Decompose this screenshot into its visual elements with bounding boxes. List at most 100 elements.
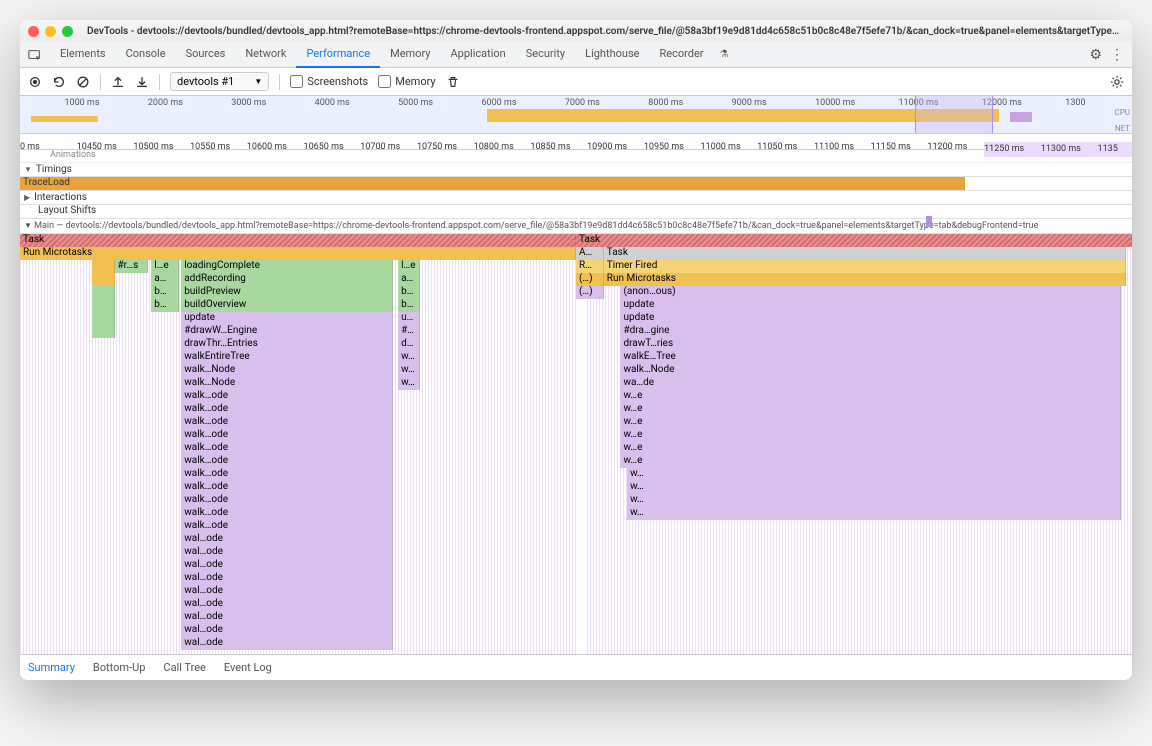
flame-bar[interactable]: walk…Node [181,364,392,377]
flame-bar[interactable]: w… [627,468,1121,481]
flame-bar[interactable]: walkEntireTree [181,351,392,364]
screenshots-checkbox[interactable]: Screenshots [290,75,368,88]
interactions-track[interactable]: ▶Interactions [20,191,1132,205]
flame-bar[interactable]: Run Microtasks [604,273,1127,286]
tab-recorder[interactable]: Recorder [649,42,713,68]
flame-bar[interactable]: walk…ode [181,390,392,403]
flame-bar[interactable]: wal…ode [181,572,392,585]
flame-bar[interactable]: wal…ode [181,637,392,650]
flame-bar[interactable]: l…e [151,260,179,273]
tab-application[interactable]: Application [440,42,515,68]
flame-bar[interactable]: wa…de [620,377,1120,390]
flame-bar[interactable]: w… [398,377,420,390]
flame-bar[interactable]: wal…ode [181,546,392,559]
flame-bar[interactable]: b… [398,286,420,299]
inspect-icon[interactable] [28,48,42,62]
flame-bar[interactable]: (anon…ous) [620,286,1120,299]
bottom-tab-call-tree[interactable]: Call Tree [163,661,205,674]
detail-ruler[interactable]: 0 ms10450 ms10500 ms10550 ms10600 ms1065… [20,134,1132,150]
flame-bar[interactable]: walk…ode [181,494,392,507]
flame-bar[interactable]: update [620,312,1120,325]
flame-bar[interactable] [92,286,114,299]
flame-bar[interactable]: (…) [576,286,604,299]
flame-bar[interactable]: #drawW…Engine [181,325,392,338]
upload-button[interactable] [111,75,125,89]
flame-bar[interactable]: w…e [620,442,1120,455]
flame-bar[interactable]: buildPreview [181,286,392,299]
settings-icon[interactable]: ⚙ [1089,47,1102,63]
flame-bar[interactable]: a… [151,273,179,286]
run-microtasks[interactable]: Run Microtasks [20,247,576,260]
flame-bar[interactable]: walk…ode [181,416,392,429]
flame-bar[interactable]: walk…Node [620,364,1120,377]
flame-bar[interactable]: A… [576,247,604,260]
more-icon[interactable]: ⋮ [1110,47,1124,63]
download-button[interactable] [135,75,149,89]
flame-bar[interactable]: b… [398,299,420,312]
flame-bar[interactable]: #dra…gine [620,325,1120,338]
flame-bar[interactable]: w…e [620,429,1120,442]
close-button[interactable] [28,26,39,37]
flame-bar[interactable]: loadingComplete [181,260,392,273]
flame-bar[interactable]: w…e [620,403,1120,416]
layout-shifts-track[interactable]: Layout Shifts [20,205,1132,219]
flame-bar[interactable]: wal…ode [181,611,392,624]
flame-bar[interactable]: a… [398,273,420,286]
flame-bar[interactable]: wal…ode [181,598,392,611]
flame-bar[interactable]: w… [627,494,1121,507]
flame-bar[interactable]: #r…s [115,260,148,273]
flame-bar[interactable]: w… [398,364,420,377]
flame-bar[interactable]: walk…Node [181,377,392,390]
flame-bar[interactable]: walk…ode [181,481,392,494]
flame-bar[interactable]: u… [398,312,420,325]
flame-bar[interactable] [92,325,114,338]
flame-bar[interactable]: wal…ode [181,533,392,546]
flame-bar[interactable]: walk…ode [181,403,392,416]
flame-bar[interactable]: Timer Fired [604,260,1127,273]
flame-bar[interactable]: walkE…Tree [620,351,1120,364]
traceload-track[interactable]: TraceLoad [20,177,1132,191]
toolbar-settings-icon[interactable] [1110,75,1124,89]
task-bar[interactable]: Task [20,234,576,247]
tab-console[interactable]: Console [116,42,176,68]
flame-bar[interactable]: b… [151,286,179,299]
minimize-button[interactable] [45,26,56,37]
flame-bar[interactable]: w…e [620,416,1120,429]
overview-timeline[interactable]: 1000 ms2000 ms3000 ms4000 ms5000 ms6000 … [20,96,1132,134]
trash-button[interactable] [446,75,460,89]
flame-bar[interactable]: (…) [576,273,604,286]
flame-bar[interactable]: wal…ode [181,559,392,572]
timings-track[interactable]: ▼Timings [20,163,1132,177]
flame-bar[interactable]: wal…ode [181,624,392,637]
flame-bar[interactable]: w… [627,507,1121,520]
bottom-tab-event-log[interactable]: Event Log [224,661,272,674]
flame-bar[interactable]: d… [398,338,420,351]
tab-lighthouse[interactable]: Lighthouse [575,42,649,68]
flame-bar[interactable]: update [181,312,392,325]
flame-bar[interactable]: w… [627,481,1121,494]
reload-button[interactable] [52,75,66,89]
tab-performance[interactable]: Performance [296,42,380,68]
flame-bar[interactable]: walk…ode [181,468,392,481]
task-bar-2[interactable]: Task [576,234,1132,247]
flame-bar[interactable]: walk…ode [181,429,392,442]
flame-bar[interactable]: Task [604,247,1127,260]
flame-bar[interactable]: addRecording [181,273,392,286]
flame-bar[interactable]: walk…ode [181,455,392,468]
tab-sources[interactable]: Sources [176,42,236,68]
profile-select[interactable]: devtools #1▼ [170,72,269,91]
flame-bar[interactable]: walk…ode [181,442,392,455]
flame-bar[interactable] [92,260,114,273]
flame-bar[interactable]: drawT…ries [620,338,1120,351]
flame-bar[interactable]: update [620,299,1120,312]
flame-bar[interactable]: l…e [398,260,420,273]
flame-bar[interactable]: w…e [620,390,1120,403]
flame-bar[interactable] [92,299,114,312]
flame-bar[interactable]: buildOverview [181,299,392,312]
main-track-header[interactable]: ▼ Main — devtools://devtools/bundled/dev… [20,219,1132,234]
flame-bar[interactable]: b… [151,299,179,312]
flame-bar[interactable]: wal…ode [181,585,392,598]
flame-bar[interactable] [92,312,114,325]
clear-button[interactable] [76,75,90,89]
flame-bar[interactable]: R… [576,260,604,273]
